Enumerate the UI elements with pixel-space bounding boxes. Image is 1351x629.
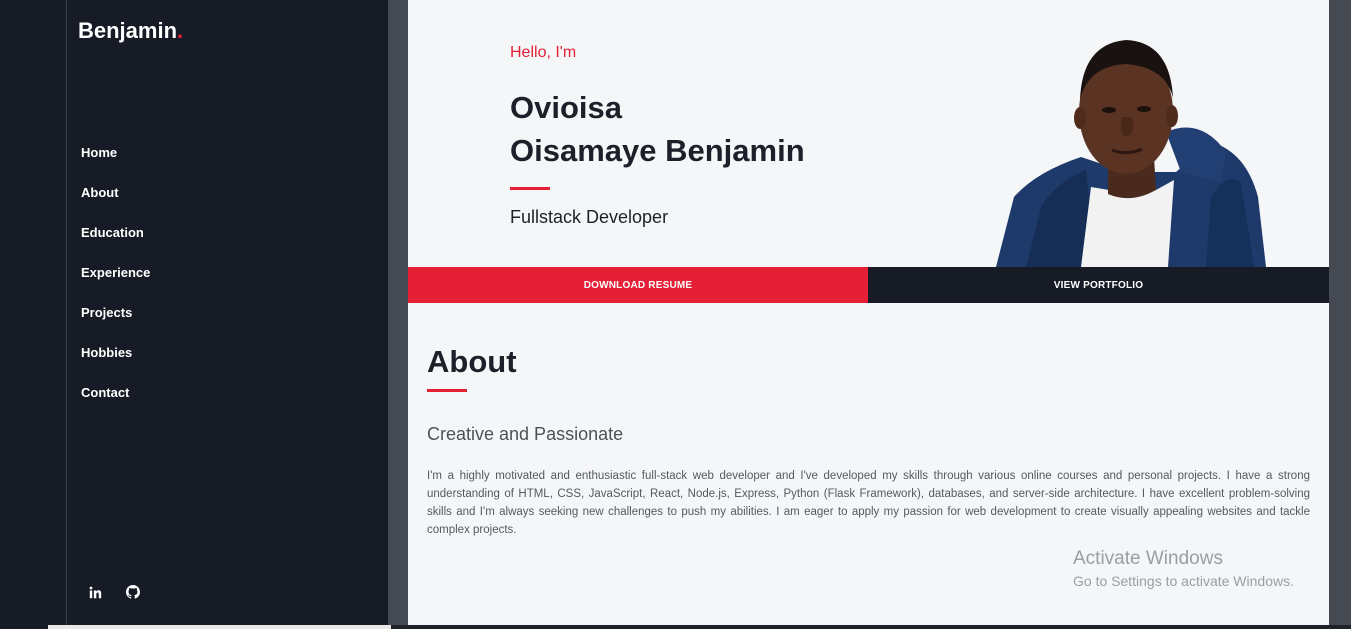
linkedin-icon[interactable]	[87, 584, 103, 600]
nav-item-education[interactable]: Education	[81, 225, 150, 265]
sidebar-divider	[66, 0, 67, 629]
hero-name-line2: Oisamaye Benjamin	[510, 133, 805, 168]
watermark-subtitle: Go to Settings to activate Windows.	[1073, 573, 1294, 589]
main-content: Hello, I'm Ovioisa Oisamaye Benjamin Ful…	[408, 0, 1329, 625]
nav-item-about[interactable]: About	[81, 185, 150, 225]
brand-logo[interactable]: Benjamin.	[78, 18, 183, 44]
nav-item-home[interactable]: Home	[81, 145, 150, 185]
nav-item-experience[interactable]: Experience	[81, 265, 150, 305]
nav-item-projects[interactable]: Projects	[81, 305, 150, 345]
github-icon[interactable]	[125, 584, 141, 600]
about-subtitle: Creative and Passionate	[427, 424, 624, 444]
bottom-strip	[48, 625, 391, 629]
hero-accent-rule	[510, 187, 550, 190]
nav-item-contact[interactable]: Contact	[81, 385, 150, 425]
hero-role: Fullstack Developer	[510, 207, 669, 227]
sidebar: Benjamin. Home About Education Experienc…	[0, 0, 388, 629]
social-links	[87, 584, 141, 600]
hero-name: Ovioisa Oisamaye Benjamin	[510, 86, 805, 172]
about-title: About	[427, 344, 517, 379]
hero-name-line1: Ovioisa	[510, 90, 622, 125]
bottom-taskbar-edge	[391, 625, 1351, 629]
about-body: I'm a highly motivated and enthusiastic …	[427, 470, 1310, 536]
windows-activation-watermark: Activate Windows Go to Settings to activ…	[1073, 548, 1294, 589]
watermark-title: Activate Windows	[1073, 548, 1223, 569]
nav-item-hobbies[interactable]: Hobbies	[81, 345, 150, 385]
main-nav: Home About Education Experience Projects…	[81, 145, 150, 425]
about-accent-rule	[427, 389, 467, 392]
profile-photo	[996, 40, 1266, 267]
download-resume-button[interactable]: DOWNLOAD RESUME	[408, 267, 868, 303]
hero-greeting: Hello, I'm	[510, 44, 577, 61]
view-portfolio-button[interactable]: VIEW PORTFOLIO	[868, 267, 1329, 303]
